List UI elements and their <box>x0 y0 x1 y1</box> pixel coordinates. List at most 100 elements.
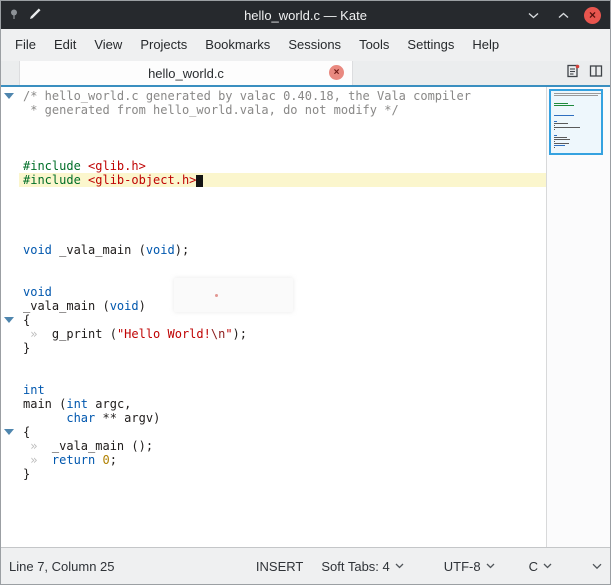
language-label: C <box>529 559 538 574</box>
titlebar[interactable]: hello_world.c — Kate × <box>1 1 610 29</box>
gutter-cell <box>1 383 19 397</box>
tab-hello-world-c[interactable]: hello_world.c × <box>19 61 353 85</box>
code-line: #include <glib-object.h> <box>1 173 546 187</box>
gutter-cell <box>1 341 19 355</box>
kate-window: hello_world.c — Kate × File Edit View Pr… <box>0 0 611 585</box>
gutter-cell <box>1 229 19 243</box>
code-line: » g_print ("Hello World!\n"); <box>1 327 546 341</box>
fold-marker-icon[interactable] <box>4 317 14 323</box>
code-line: /* hello_world.c generated by valac 0.40… <box>1 89 546 103</box>
code-line <box>1 187 546 201</box>
chevron-down-icon <box>395 563 404 569</box>
code-line <box>1 229 546 243</box>
chevron-down-icon <box>486 563 495 569</box>
menubar: File Edit View Projects Bookmarks Sessio… <box>1 29 610 61</box>
gutter-cell <box>1 425 19 439</box>
tab-mode-label: Soft Tabs: 4 <box>321 559 389 574</box>
gutter-cell <box>1 285 19 299</box>
encoding-label: UTF-8 <box>444 559 481 574</box>
tabbar: hello_world.c × <box>1 61 610 87</box>
tab-label: hello_world.c <box>148 66 224 81</box>
gutter-cell <box>1 327 19 341</box>
menu-sessions[interactable]: Sessions <box>279 29 350 61</box>
code-line <box>1 117 546 131</box>
gutter-cell <box>1 173 19 187</box>
code-line <box>1 271 546 285</box>
code-line: main (int argc, <box>1 397 546 411</box>
code-line: } <box>1 467 546 481</box>
code-line: #include <glib.h> <box>1 159 546 173</box>
code-line <box>1 257 546 271</box>
gutter-cell <box>1 145 19 159</box>
split-view-icon[interactable] <box>588 63 604 84</box>
gutter-cell <box>1 411 19 425</box>
tab-close-icon[interactable]: × <box>329 65 344 80</box>
code-line: } <box>1 341 546 355</box>
code-line: * generated from hello_world.vala, do no… <box>1 103 546 117</box>
fold-marker-icon[interactable] <box>4 93 14 99</box>
text-cursor <box>196 175 203 187</box>
statusbar-menu-chevron-icon[interactable] <box>592 563 602 570</box>
code-line: » _vala_main (); <box>1 439 546 453</box>
code-line: » return 0; <box>1 453 546 467</box>
gutter-cell <box>1 439 19 453</box>
minimize-button[interactable] <box>524 6 542 24</box>
gutter-cell <box>1 201 19 215</box>
minimap-scrollbar[interactable] <box>546 87 610 547</box>
minimap-bars <box>554 93 601 148</box>
code-line: _vala_main (void) <box>1 299 546 313</box>
code-line: int <box>1 383 546 397</box>
gutter-cell <box>1 131 19 145</box>
gutter-cell <box>1 257 19 271</box>
code-line: char ** argv) <box>1 411 546 425</box>
gutter-cell <box>1 103 19 117</box>
gutter-cell <box>1 397 19 411</box>
menu-bookmarks[interactable]: Bookmarks <box>196 29 279 61</box>
gutter-cell <box>1 117 19 131</box>
code-line <box>1 355 546 369</box>
code-line <box>1 145 546 159</box>
gutter-cell <box>1 271 19 285</box>
editor-area[interactable]: /* hello_world.c generated by valac 0.40… <box>1 87 610 547</box>
menu-settings[interactable]: Settings <box>398 29 463 61</box>
menu-help[interactable]: Help <box>463 29 508 61</box>
gutter-cell <box>1 453 19 467</box>
menu-file[interactable]: File <box>6 29 45 61</box>
fold-marker-icon[interactable] <box>4 429 14 435</box>
code-line <box>1 131 546 145</box>
encoding-select[interactable]: UTF-8 <box>444 559 495 574</box>
code-line <box>1 369 546 383</box>
code-line: void <box>1 285 546 299</box>
language-select[interactable]: C <box>529 559 552 574</box>
menu-tools[interactable]: Tools <box>350 29 398 61</box>
menu-edit[interactable]: Edit <box>45 29 85 61</box>
insert-mode-label[interactable]: INSERT <box>256 559 303 574</box>
close-button[interactable]: × <box>584 7 601 24</box>
gutter-cell <box>1 215 19 229</box>
maximize-button[interactable] <box>554 6 572 24</box>
gutter-cell <box>1 159 19 173</box>
menu-view[interactable]: View <box>85 29 131 61</box>
code-line: { <box>1 425 546 439</box>
chevron-down-icon <box>543 563 552 569</box>
code-line: { <box>1 313 546 327</box>
code-lines[interactable]: /* hello_world.c generated by valac 0.40… <box>1 87 546 547</box>
kate-app-icon <box>28 7 42 24</box>
gutter-cell <box>1 313 19 327</box>
documents-list-icon[interactable] <box>565 63 581 84</box>
menu-projects[interactable]: Projects <box>131 29 196 61</box>
gutter-cell <box>1 299 19 313</box>
gutter-cell <box>1 369 19 383</box>
gutter-cell <box>1 243 19 257</box>
gutter-cell <box>1 89 19 103</box>
statusbar: Line 7, Column 25 INSERT Soft Tabs: 4 UT… <box>1 547 610 584</box>
minimap-viewport[interactable] <box>549 89 603 155</box>
gutter-cell <box>1 467 19 481</box>
tab-mode-select[interactable]: Soft Tabs: 4 <box>321 559 403 574</box>
code-line <box>1 201 546 215</box>
cursor-position-label[interactable]: Line 7, Column 25 <box>9 559 115 574</box>
code-line <box>1 215 546 229</box>
code-line: void _vala_main (void); <box>1 243 546 257</box>
gutter-cell <box>1 187 19 201</box>
gutter-cell <box>1 355 19 369</box>
